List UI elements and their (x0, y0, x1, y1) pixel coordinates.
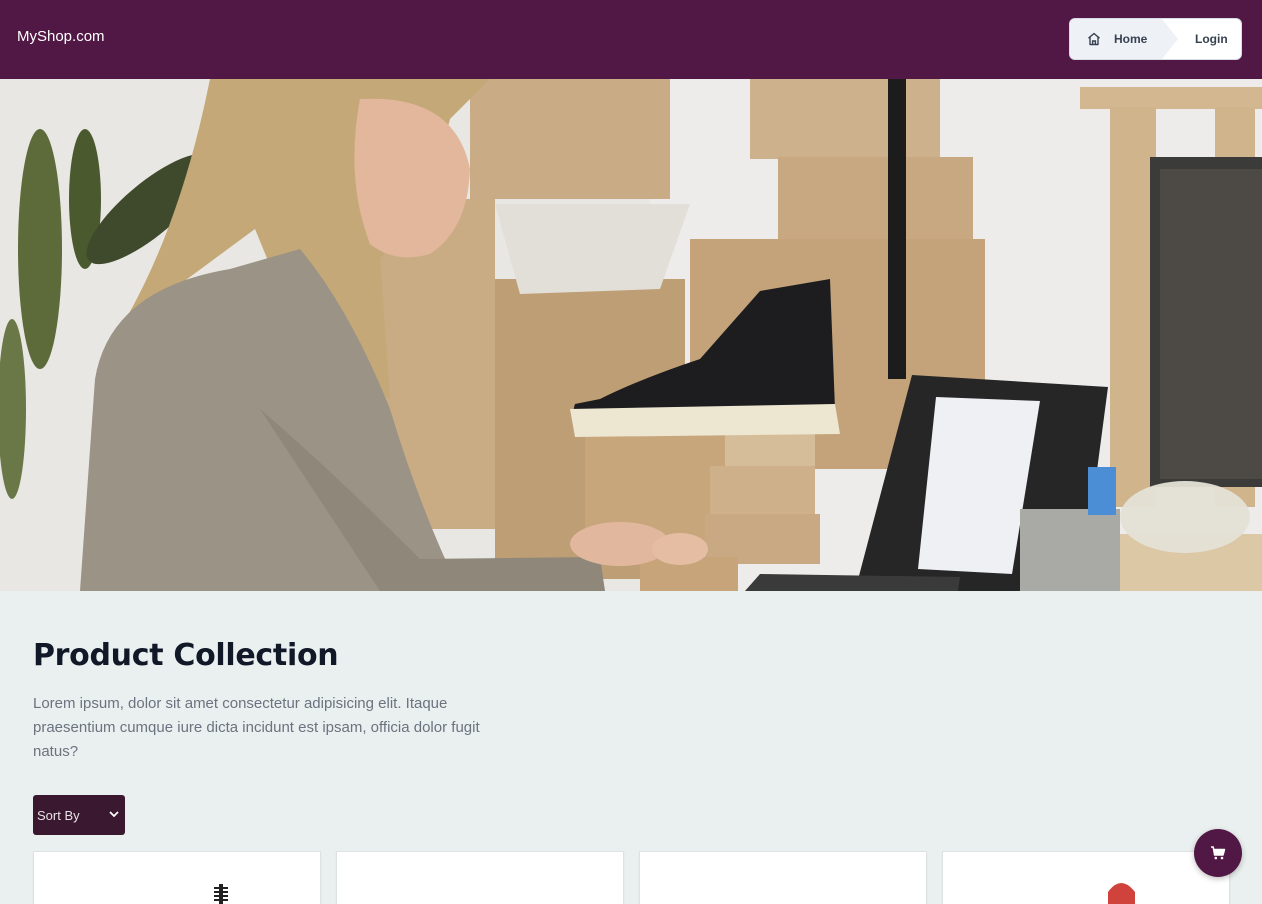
product-image-mascara (214, 884, 228, 904)
breadcrumb: Home Login (1069, 18, 1242, 60)
hero-image (0, 79, 1262, 591)
breadcrumb-home-label: Home (1114, 32, 1148, 46)
product-image-lipstick (1108, 883, 1135, 904)
breadcrumb-home[interactable]: Home (1070, 19, 1178, 59)
product-card[interactable] (336, 851, 624, 904)
product-card[interactable] (33, 851, 321, 904)
page-title: Product Collection (33, 638, 339, 673)
cart-button[interactable] (1194, 829, 1242, 877)
brand-logo[interactable]: MyShop.com (17, 28, 105, 45)
sort-select-label: Sort By (37, 808, 80, 823)
chevron-down-icon (109, 811, 119, 818)
sort-select[interactable]: Sort By (33, 795, 125, 835)
collection-description: Lorem ipsum, dolor sit amet consectetur … (33, 695, 480, 760)
shopping-cart-icon (1211, 846, 1226, 860)
product-card[interactable] (942, 851, 1230, 904)
home-icon (1088, 32, 1100, 46)
product-card[interactable] (639, 851, 927, 904)
hero-illustration (0, 79, 1262, 591)
breadcrumb-login[interactable]: Login (1195, 32, 1228, 46)
top-navbar: MyShop.com Home Login (0, 0, 1262, 79)
